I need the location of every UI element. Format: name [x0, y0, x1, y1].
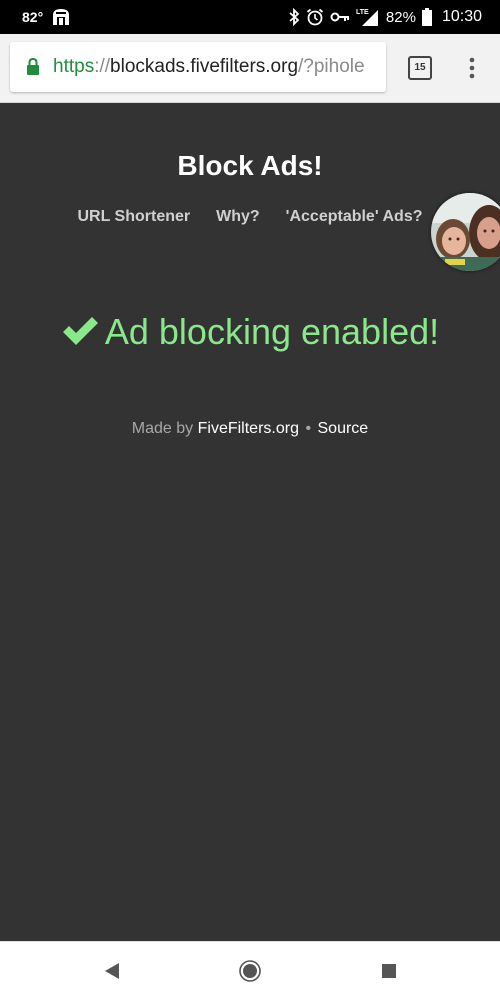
nav-link-why[interactable]: Why?: [216, 208, 260, 225]
nav-link-url-shortener[interactable]: URL Shortener: [78, 208, 191, 225]
status-message-text: Ad blocking enabled!: [104, 311, 440, 352]
browser-toolbar: https://blockads.fivefilters.org/?pihole…: [0, 34, 500, 103]
overflow-menu-icon[interactable]: [464, 56, 480, 80]
recents-icon[interactable]: [378, 960, 400, 982]
status-icons: LTE 82% 10:30: [282, 7, 482, 27]
check-icon: [62, 317, 98, 345]
page-content: Block Ads! URL Shortener Why? 'Acceptable'…: [0, 103, 500, 941]
signal-icon: LTE: [356, 9, 378, 26]
url-host: blockads.fivefilters.org: [110, 56, 299, 77]
address-bar[interactable]: https://blockads.fivefilters.org/?pihole: [10, 42, 386, 92]
site-nav: URL Shortener Why? 'Acceptable' Ads?: [0, 208, 500, 226]
clock: 10:30: [441, 8, 482, 25]
source-link[interactable]: Source: [318, 420, 369, 437]
made-by-label: Made by: [131, 420, 194, 437]
page-title: Block Ads!: [177, 150, 323, 181]
back-icon[interactable]: [101, 960, 123, 982]
nav-link-acceptable-ads[interactable]: 'Acceptable' Ads?: [286, 208, 423, 225]
lock-icon: [27, 57, 39, 75]
footer-credit: Made by FiveFilters.org • Source: [0, 420, 500, 438]
avatar-photo: [431, 193, 500, 271]
home-icon[interactable]: [239, 960, 261, 982]
avatar[interactable]: [431, 193, 500, 271]
notification-icon: [53, 9, 69, 25]
fivefilters-link[interactable]: FiveFilters.org: [198, 420, 299, 437]
url-separator: ://: [94, 56, 111, 77]
url-scheme: https: [53, 56, 95, 77]
bluetooth-icon: [289, 8, 300, 26]
tab-switcher-button[interactable]: 15: [408, 56, 432, 80]
temperature: 82°: [22, 9, 44, 25]
battery-percent: 82%: [385, 8, 416, 26]
battery-icon: [421, 8, 432, 26]
status-bar: 82° LTE 82% 10:30: [0, 0, 500, 34]
url-fade: [364, 42, 386, 92]
footer-separator: •: [305, 420, 312, 437]
url-query: /?pihole: [298, 56, 365, 77]
url-text[interactable]: https://blockads.fivefilters.org/?pihole: [53, 56, 365, 78]
status-message: Ad blocking enabled!: [0, 311, 500, 353]
svg-text:LTE: LTE: [356, 9, 369, 16]
vpn-key-icon: [330, 12, 349, 22]
system-nav-bar: [0, 941, 500, 1001]
alarm-icon: [306, 8, 323, 26]
